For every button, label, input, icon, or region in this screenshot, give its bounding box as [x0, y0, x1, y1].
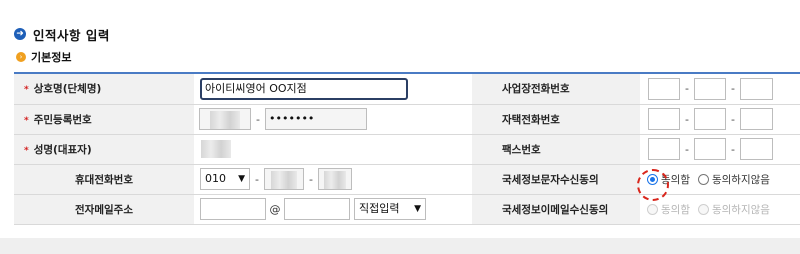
- fax-part2[interactable]: [694, 138, 726, 160]
- section-title-text: 인적사항 입력: [33, 27, 110, 43]
- radio-label: 동의하지않음: [711, 173, 770, 186]
- representative-label-text: 성명(대표자): [33, 143, 92, 156]
- business-name-label: * 상호명(단체명): [14, 74, 194, 105]
- business-name-cell: 아이티씨영어 OO지점: [194, 74, 472, 105]
- business-phone-label: 사업장전화번호: [472, 74, 640, 105]
- email-consent-cell: 동의함 동의하지않음: [640, 194, 800, 225]
- chevron-down-icon: ▼: [414, 204, 421, 214]
- subsection-title-text: 기본정보: [31, 51, 72, 64]
- sms-consent-label: 국세정보문자수신동의: [472, 164, 640, 195]
- business-phone-cell: --: [640, 74, 800, 105]
- dash: -: [685, 112, 689, 126]
- business-phone-part1[interactable]: [648, 77, 680, 100]
- dash: -: [309, 172, 313, 186]
- business-phone-part2[interactable]: [694, 77, 726, 100]
- highlight-ring-annotation: [637, 169, 669, 201]
- footer-band: [0, 238, 800, 254]
- form-row: 휴대전화번호 010 ▼ - - 국세정보문자수신동의 동의함 동의하지않음: [14, 164, 800, 195]
- radio-disabled-icon: [647, 203, 658, 215]
- blurred-value: [210, 111, 240, 129]
- mobile-last-input[interactable]: [318, 168, 352, 190]
- fax-cell: --: [640, 134, 800, 165]
- email-domain-select-value: 직접입력: [359, 202, 400, 215]
- dash: -: [685, 82, 689, 96]
- at-sign: @: [269, 202, 281, 216]
- blurred-value: [324, 171, 346, 189]
- form-row: * 상호명(단체명) 아이티씨영어 OO지점 사업장전화번호 --: [14, 74, 800, 105]
- resident-number-label-text: 주민등록번호: [33, 113, 92, 126]
- business-name-input[interactable]: 아이티씨영어 OO지점: [200, 77, 408, 100]
- home-phone-part1[interactable]: [648, 108, 680, 130]
- subsection-title: › 기본정보: [16, 50, 71, 64]
- dash: -: [685, 142, 689, 156]
- chevron-down-icon: ▼: [238, 174, 245, 184]
- fax-part1[interactable]: [648, 138, 680, 160]
- form-row: * 성명(대표자) 팩스번호 --: [14, 134, 800, 165]
- resident-number-back-input[interactable]: •••••••: [265, 108, 367, 130]
- email-id-input[interactable]: [200, 198, 266, 220]
- resident-number-front-input[interactable]: [199, 108, 251, 130]
- email-domain-input[interactable]: [284, 198, 350, 220]
- email-consent-agree-radio[interactable]: 동의함: [647, 202, 690, 217]
- radio-label: 동의함: [661, 203, 690, 216]
- mobile-prefix-value: 010: [205, 172, 226, 185]
- email-domain-select[interactable]: 직접입력 ▼: [354, 198, 426, 220]
- representative-label: * 성명(대표자): [14, 134, 194, 165]
- form-row: 전자메일주소 @ 직접입력 ▼ 국세정보이메일수신동의 동의함 동의하지않음: [14, 194, 800, 225]
- orange-circle-icon: ›: [16, 52, 26, 62]
- dash: -: [731, 142, 735, 156]
- mobile-cell: 010 ▼ - -: [194, 164, 472, 195]
- home-phone-cell: --: [640, 104, 800, 135]
- fax-part3[interactable]: [740, 138, 773, 160]
- radio-disabled-icon: [697, 203, 709, 215]
- representative-cell: [194, 134, 472, 165]
- required-mark: *: [24, 115, 29, 126]
- dash: -: [731, 82, 735, 96]
- dash: -: [731, 112, 735, 126]
- email-consent-label: 국세정보이메일수신동의: [472, 194, 640, 225]
- home-phone-part2[interactable]: [694, 108, 726, 130]
- required-mark: *: [24, 145, 29, 156]
- fax-label: 팩스번호: [472, 134, 640, 165]
- blurred-value: [271, 171, 297, 189]
- radio-label: 동의하지않음: [711, 203, 770, 216]
- radio-unselected-icon: [697, 173, 709, 185]
- resident-number-label: * 주민등록번호: [14, 104, 194, 135]
- form-row: * 주민등록번호 - ••••••• 자택전화번호 --: [14, 104, 800, 135]
- email-consent-disagree-radio[interactable]: 동의하지않음: [697, 202, 770, 217]
- resident-number-cell: - •••••••: [194, 104, 472, 135]
- business-phone-part3[interactable]: [740, 77, 773, 100]
- home-phone-part3[interactable]: [740, 108, 773, 130]
- required-mark: *: [24, 85, 29, 96]
- email-cell: @ 직접입력 ▼: [194, 194, 472, 225]
- home-phone-label: 자택전화번호: [472, 104, 640, 135]
- email-label: 전자메일주소: [14, 194, 194, 225]
- arrow-right-circle-icon: ➜: [14, 28, 26, 40]
- basic-info-form: * 상호명(단체명) 아이티씨영어 OO지점 사업장전화번호 -- * 주민등록번호…: [14, 74, 800, 225]
- dash: -: [255, 172, 259, 186]
- section-title: ➜ 인적사항 입력: [14, 26, 110, 43]
- dash: -: [256, 112, 260, 126]
- mobile-middle-input[interactable]: [264, 168, 304, 190]
- mobile-prefix-select[interactable]: 010 ▼: [200, 168, 250, 190]
- sms-consent-disagree-radio[interactable]: 동의하지않음: [697, 172, 770, 187]
- representative-value: [201, 140, 231, 158]
- mobile-label: 휴대전화번호: [14, 164, 194, 195]
- business-name-label-text: 상호명(단체명): [33, 83, 102, 96]
